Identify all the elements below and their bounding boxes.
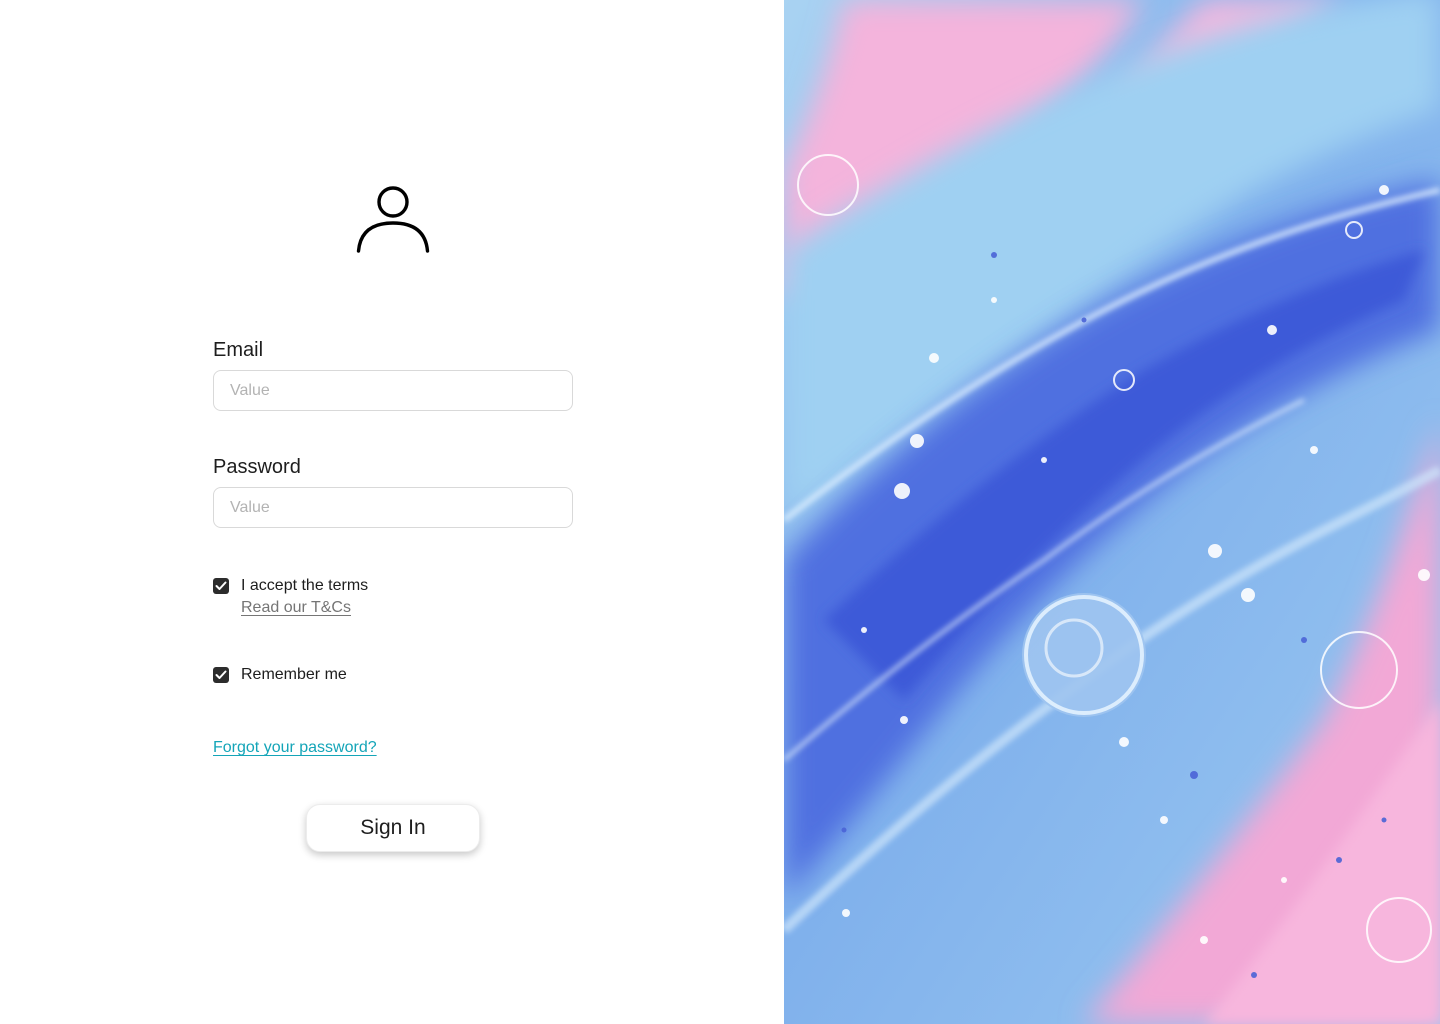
terms-link[interactable]: Read our T&Cs	[241, 599, 351, 617]
remember-me-label: Remember me	[241, 666, 347, 683]
check-icon	[215, 670, 227, 679]
user-icon	[356, 186, 430, 253]
sign-in-button[interactable]: Sign In	[306, 804, 480, 852]
marble-artwork	[784, 0, 1440, 1024]
check-icon	[215, 581, 227, 590]
password-label: Password	[213, 456, 301, 478]
login-panel: Email Password I accept the terms Read o…	[0, 0, 784, 1024]
hero-image	[784, 0, 1440, 1024]
password-input[interactable]	[213, 487, 573, 528]
terms-label: I accept the terms	[241, 577, 369, 594]
forgot-password-link[interactable]: Forgot your password?	[213, 739, 377, 757]
remember-me-checkbox[interactable]	[213, 667, 229, 683]
email-label: Email	[213, 339, 264, 361]
email-input[interactable]	[213, 370, 573, 411]
terms-checkbox[interactable]	[213, 578, 229, 594]
